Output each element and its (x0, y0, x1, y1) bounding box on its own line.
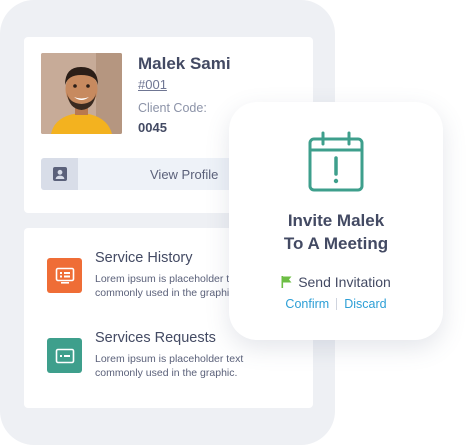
service-history-icon (47, 258, 82, 293)
service-request-icon (47, 338, 82, 373)
client-name: Malek Sami (138, 54, 231, 73)
client-avatar (41, 53, 122, 134)
invite-title-line1: Invite Malek (287, 211, 385, 230)
client-code-value: 0045 (138, 120, 167, 135)
service-history-title: Service History (95, 250, 193, 266)
client-code-label: Client Code: (138, 101, 207, 115)
invite-meeting-card: Invite Malek To A Meeting Send Invitatio… (229, 102, 443, 340)
service-request-description: Lorem ipsum is placeholder text commonly… (95, 353, 244, 379)
client-id-link[interactable]: #001 (138, 77, 167, 92)
invite-actions: Confirm Discard (229, 297, 443, 311)
flag-icon (281, 276, 292, 288)
view-profile-label: View Profile (150, 166, 219, 182)
user-card-icon (41, 158, 78, 190)
invite-title: Invite Malek To A Meeting (229, 209, 443, 255)
send-invitation-label: Send Invitation (298, 274, 391, 290)
confirm-button[interactable]: Confirm (285, 297, 329, 311)
discard-button[interactable]: Discard (344, 297, 386, 311)
service-request-title: Services Requests (95, 330, 216, 346)
send-invitation-button[interactable]: Send Invitation (229, 274, 443, 290)
action-divider (336, 298, 338, 310)
calendar-alert-icon (308, 131, 364, 198)
invite-title-line2: To A Meeting (283, 234, 389, 253)
